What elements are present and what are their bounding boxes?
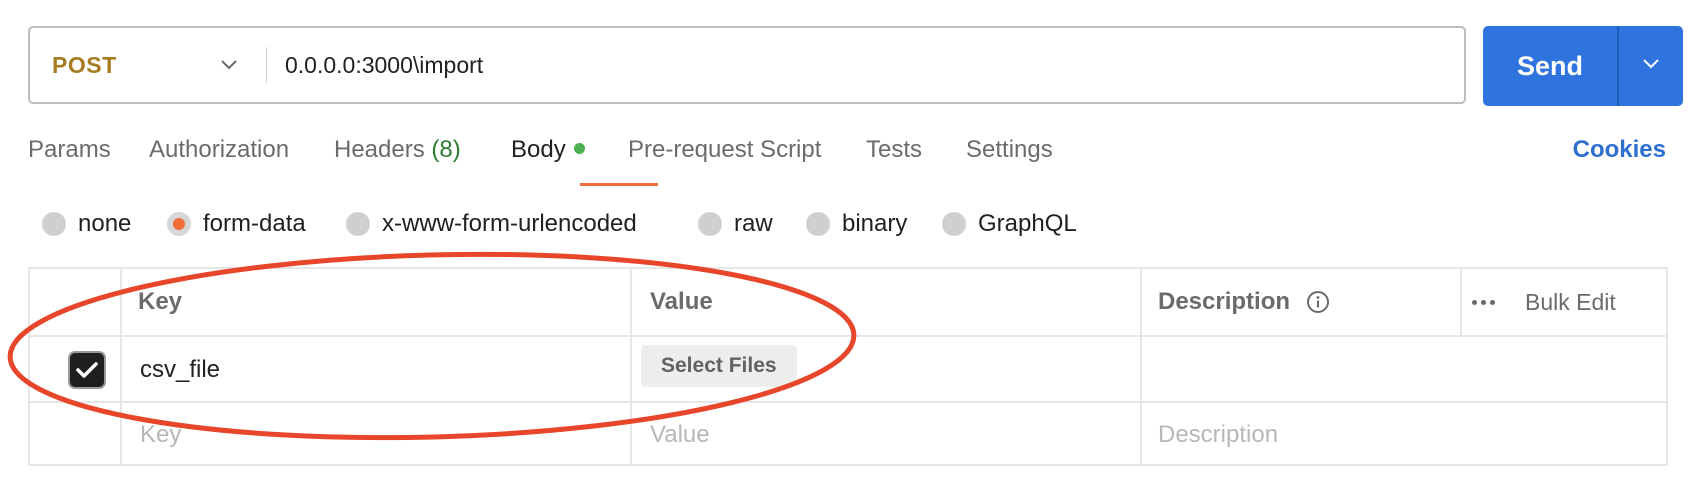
column-header-description: Description	[1158, 269, 1330, 335]
radio-binary[interactable]: binary	[806, 210, 907, 238]
column-divider	[630, 269, 632, 464]
tab-body[interactable]: Body	[511, 136, 585, 164]
info-icon[interactable]	[1306, 290, 1330, 314]
body-type-radios: none form-data x-www-form-urlencoded raw…	[42, 210, 1142, 246]
radio-form-data[interactable]: form-data	[167, 210, 306, 238]
radio-circle	[346, 212, 370, 236]
table-row-empty: Key Value Description	[30, 401, 1666, 466]
send-button[interactable]: Send	[1483, 26, 1617, 106]
tab-params[interactable]: Params	[28, 136, 111, 164]
radio-label: GraphQL	[978, 210, 1077, 237]
radio-circle-selected	[167, 212, 191, 236]
request-tabs: Params Authorization Headers (8) Body Pr…	[28, 136, 1668, 186]
active-tab-underline	[580, 183, 658, 186]
radio-graphql[interactable]: GraphQL	[942, 210, 1077, 238]
row-enabled-checkbox[interactable]	[70, 353, 104, 387]
request-bar: POST	[28, 26, 1466, 104]
bulk-edit-button[interactable]: Bulk Edit	[1525, 289, 1616, 316]
radio-none[interactable]: none	[42, 210, 131, 238]
select-files-button[interactable]: Select Files	[641, 345, 797, 387]
send-options-button[interactable]	[1619, 26, 1683, 106]
radio-label: binary	[842, 210, 908, 237]
column-divider	[1140, 269, 1142, 464]
table-header-row: Key Value Description Bulk Edit	[30, 269, 1666, 335]
more-options-icon[interactable]	[1472, 299, 1495, 305]
tab-headers-label: Headers	[334, 136, 425, 163]
row-key[interactable]: csv_file	[140, 337, 220, 403]
radio-circle	[806, 212, 830, 236]
tab-settings[interactable]: Settings	[966, 136, 1053, 164]
tab-tests[interactable]: Tests	[866, 136, 922, 164]
chevron-down-icon	[1642, 57, 1660, 75]
new-description-input[interactable]: Description	[1158, 403, 1278, 466]
tab-authorization[interactable]: Authorization	[149, 136, 289, 164]
table-row: csv_file Select Files	[30, 335, 1666, 403]
tab-headers[interactable]: Headers (8)	[334, 136, 461, 164]
cookies-link[interactable]: Cookies	[1573, 136, 1666, 164]
body-active-dot	[573, 143, 585, 154]
row-value-cell: Select Files	[641, 337, 797, 403]
url-input[interactable]	[267, 27, 1464, 103]
new-key-input[interactable]: Key	[140, 403, 181, 466]
description-header-label: Description	[1158, 288, 1291, 315]
row-checkbox-cell	[70, 337, 104, 403]
radio-urlencoded[interactable]: x-www-form-urlencoded	[346, 210, 637, 238]
headers-count-badge: (8)	[431, 136, 461, 163]
radio-circle	[942, 212, 966, 236]
method-selector[interactable]: POST	[30, 28, 266, 102]
tab-body-label: Body	[511, 136, 566, 163]
radio-label: none	[78, 210, 132, 237]
column-header-value: Value	[650, 288, 713, 315]
method-label: POST	[52, 51, 117, 78]
column-divider	[120, 269, 122, 464]
send-button-group: Send	[1483, 26, 1683, 106]
chevron-down-icon	[220, 59, 238, 71]
table-actions: Bulk Edit	[1472, 269, 1616, 335]
radio-circle	[698, 212, 722, 236]
radio-raw[interactable]: raw	[698, 210, 773, 238]
column-header-key: Key	[138, 288, 183, 315]
radio-circle	[42, 212, 66, 236]
radio-label: x-www-form-urlencoded	[382, 210, 637, 237]
tab-prerequest-script[interactable]: Pre-request Script	[628, 136, 821, 164]
new-value-input[interactable]: Value	[650, 403, 710, 466]
form-data-table: Key Value Description Bulk Edit csv_file…	[28, 267, 1668, 466]
radio-label: raw	[734, 210, 773, 237]
radio-label: form-data	[203, 210, 306, 237]
column-divider	[1460, 269, 1462, 335]
